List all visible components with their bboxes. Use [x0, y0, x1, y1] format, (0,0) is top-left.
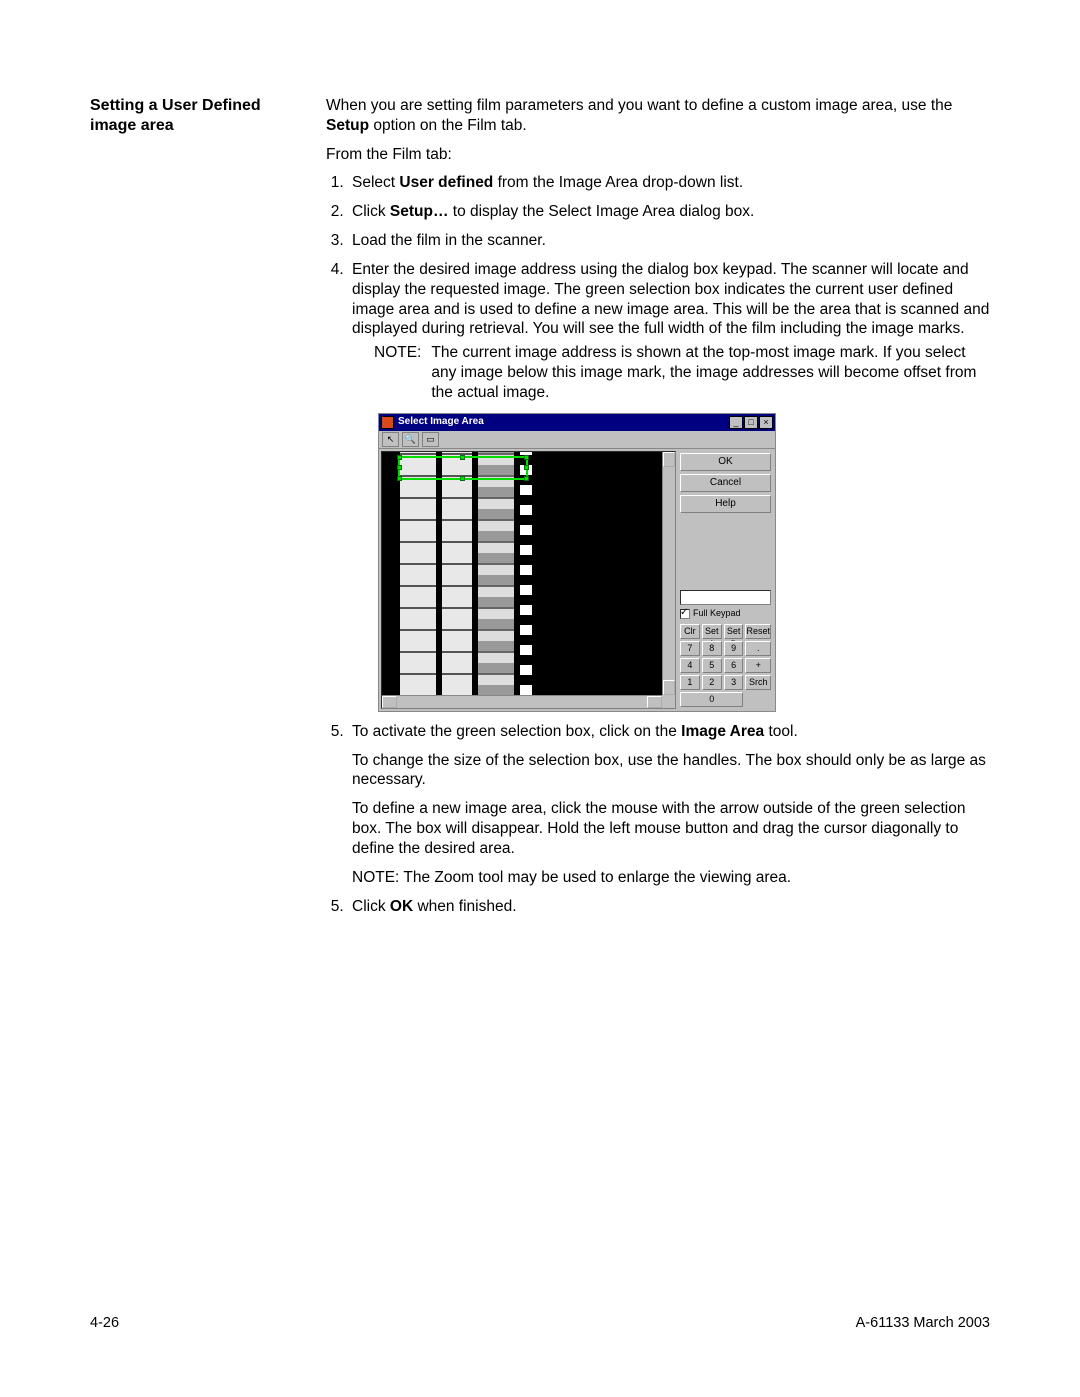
key-plus[interactable]: + [745, 658, 771, 673]
page-number: 4-26 [90, 1314, 119, 1333]
cancel-button[interactable]: Cancel [680, 474, 771, 492]
intro-paragraph: When you are setting film parameters and… [326, 96, 990, 136]
key-set-b[interactable]: Set B [724, 624, 744, 639]
key-reset[interactable]: Reset [745, 624, 771, 639]
key-3[interactable]: 3 [724, 675, 744, 690]
key-7[interactable]: 7 [680, 641, 700, 656]
full-keypad-label: Full Keypad [693, 608, 741, 620]
dialog-title: Select Image Area [398, 416, 729, 429]
image-address-field[interactable] [680, 590, 771, 605]
help-button[interactable]: Help [680, 495, 771, 513]
doc-id: A-61133 March 2003 [856, 1314, 990, 1333]
horizontal-scrollbar[interactable] [382, 695, 662, 708]
close-icon[interactable]: × [759, 416, 773, 429]
minimize-icon[interactable]: _ [729, 416, 743, 429]
step-5a: To activate the green selection box, cli… [348, 722, 990, 742]
app-icon [381, 416, 394, 429]
key-9[interactable]: 9 [724, 641, 744, 656]
key-1[interactable]: 1 [680, 675, 700, 690]
key-5[interactable]: 5 [702, 658, 722, 673]
key-8[interactable]: 8 [702, 641, 722, 656]
key-set-a[interactable]: Set A [702, 624, 722, 639]
step-3: Load the film in the scanner. [348, 231, 990, 251]
key-6[interactable]: 6 [724, 658, 744, 673]
image-area-tool-icon[interactable]: ▭ [422, 432, 439, 447]
dialog-titlebar: Select Image Area _ □ × [379, 414, 775, 431]
step-5b: To change the size of the selection box,… [352, 751, 990, 791]
note-label: NOTE: [374, 343, 421, 402]
key-srch[interactable]: Srch [745, 675, 771, 690]
film-viewport[interactable] [381, 451, 676, 709]
note-body: The current image address is shown at th… [431, 343, 990, 402]
maximize-icon[interactable]: □ [744, 416, 758, 429]
step-4: Enter the desired image address using th… [348, 260, 990, 712]
arrow-tool-icon[interactable]: ↖ [382, 432, 399, 447]
dialog-toolbar: ↖ 🔍 ▭ [379, 431, 775, 449]
key-0[interactable]: 0 [680, 692, 743, 707]
select-image-area-dialog: Select Image Area _ □ × ↖ 🔍 ▭ [378, 413, 776, 712]
keypad: Clr Set A Set B Reset 7 8 9 . 4 5 [680, 624, 771, 707]
zoom-tool-icon[interactable]: 🔍 [402, 432, 419, 447]
key-2[interactable]: 2 [702, 675, 722, 690]
key-clr[interactable]: Clr [680, 624, 700, 639]
from-line: From the Film tab: [326, 145, 990, 165]
ok-button[interactable]: OK [680, 453, 771, 471]
step-1: Select User defined from the Image Area … [348, 173, 990, 193]
key-4[interactable]: 4 [680, 658, 700, 673]
step-5e: Click OK when finished. [348, 897, 990, 917]
step-2: Click Setup… to display the Select Image… [348, 202, 990, 222]
vertical-scrollbar[interactable] [662, 452, 675, 695]
key-dot[interactable]: . [745, 641, 771, 656]
section-heading: Setting a User Defined image area [90, 96, 290, 925]
full-keypad-checkbox[interactable] [680, 609, 690, 619]
selection-box[interactable] [398, 456, 528, 480]
step-5c: To define a new image area, click the mo… [352, 799, 990, 858]
step-5d: NOTE: The Zoom tool may be used to enlar… [352, 868, 990, 888]
